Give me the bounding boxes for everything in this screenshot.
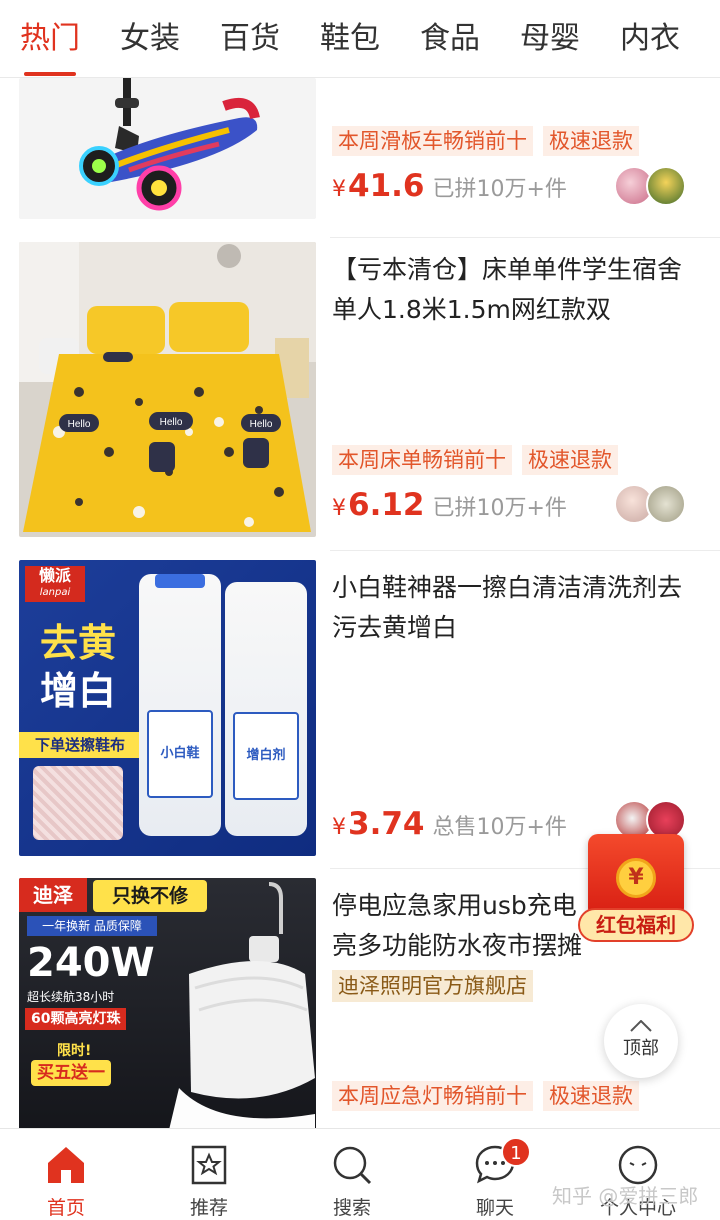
nav-search[interactable]: 搜索 (302, 1129, 402, 1220)
currency-symbol: ¥ (332, 815, 346, 840)
red-packet-label: 红包福利 (578, 908, 694, 942)
product-bottle: 小白鞋 (139, 574, 221, 836)
sales-count: 已拼10万+件 (432, 496, 567, 521)
promo-banner: 下单送擦鞋布 (19, 732, 141, 758)
tab-hot[interactable]: 热门 (0, 0, 100, 78)
unread-badge: 1 (501, 1137, 531, 1167)
shoe-cloth-image (33, 766, 123, 840)
bestseller-tag: 本周滑板车畅销前十 (332, 126, 533, 156)
nav-home[interactable]: 首页 (16, 1129, 116, 1220)
scooter-illustration (79, 78, 260, 211)
nav-label: 聊天 (475, 1197, 514, 1219)
price-row: ¥ 6.12 已拼10万+件 (332, 487, 567, 523)
bestseller-tag: 本周应急灯畅销前十 (332, 1081, 533, 1111)
home-icon (48, 1147, 84, 1183)
price-row: ¥ 3.74 总售10万+件 (332, 806, 567, 842)
red-packet-widget[interactable]: ¥ 红包福利 (578, 834, 698, 944)
star-bookmark-icon (191, 1145, 227, 1185)
tab-mother-baby[interactable]: 母婴 (500, 0, 600, 78)
avatar (646, 166, 686, 206)
tab-general-goods[interactable]: 百货 (200, 0, 300, 78)
product-title[interactable]: 小白鞋神器一擦白清洁清洗剂去污去黄增白 (332, 568, 692, 648)
nav-label: 首页 (46, 1197, 85, 1219)
tab-shoes-bags[interactable]: 鞋包 (300, 0, 400, 78)
bedsheet-illustration: Hello Hello Hello (19, 242, 316, 532)
pattern-text: Hello (68, 419, 91, 430)
brand-name-en: lanpai (39, 587, 71, 598)
product-bottle: 增白剂 (225, 582, 307, 836)
currency-symbol: ¥ (332, 177, 346, 202)
price-row: ¥ 41.6 已拼10万+件 (332, 168, 567, 204)
fast-refund-tag: 极速退款 (543, 126, 639, 156)
brand-name: 懒派 (38, 566, 71, 585)
tab-womens-clothing[interactable]: 女装 (100, 0, 200, 78)
product-image-scooter[interactable] (19, 78, 316, 219)
sales-count: 已拼10万+件 (432, 177, 567, 202)
product-feed[interactable]: 本周滑板车畅销前十 极速退款 ¥ 41.6 已拼10万+件 Hello Hell… (0, 78, 720, 1128)
buyer-avatars (614, 484, 686, 524)
coin-icon: ¥ (616, 858, 656, 898)
search-icon (333, 1146, 372, 1185)
pattern-text: Hello (250, 419, 273, 430)
bottle-label: 小白鞋 (147, 710, 213, 798)
bulb-illustration (169, 882, 315, 1128)
product-card-bedsheet[interactable]: Hello Hello Hello 【亏本清仓】床单单件学生宿舍单人1.8米1.… (0, 242, 720, 560)
pattern-text: Hello (160, 417, 183, 428)
product-image-bedsheet[interactable]: Hello Hello Hello (19, 242, 316, 537)
price: 3.74 (348, 806, 425, 842)
nav-chat[interactable]: 1 聊天 (445, 1129, 545, 1220)
bestseller-tag: 本周床单畅销前十 (332, 445, 512, 475)
tab-underwear[interactable]: 内衣 (600, 0, 700, 78)
product-image-emergency-light[interactable]: 迪泽 只换不修 一年换新 品质保障 240W 超长续航38小时 60颗高亮灯珠 … (19, 878, 316, 1128)
sales-count: 总售10万+件 (432, 815, 567, 840)
app-page: 热门 女装 百货 鞋包 食品 母婴 内衣 本周滑板车畅销前十 极速退款 ¥ 41… (0, 0, 720, 1220)
tab-food[interactable]: 食品 (400, 0, 500, 78)
brand-logo: 懒派 lanpai (25, 566, 85, 602)
headline-line1: 去黄 (39, 621, 116, 665)
divider (330, 237, 720, 238)
fast-refund-tag: 极速退款 (543, 1081, 639, 1111)
category-tabs: 热门 女装 百货 鞋包 食品 母婴 内衣 (0, 0, 720, 78)
back-to-top-label: 顶部 (623, 1038, 659, 1059)
fast-refund-tag: 极速退款 (522, 445, 618, 475)
tag-row: 本周床单畅销前十 极速退款 (332, 445, 618, 475)
headline-line2: 增白 (39, 669, 116, 713)
product-card-shoe-cleaner[interactable]: 懒派 lanpai 去黄 增白 下单送擦鞋布 小白鞋 增白剂 小白鞋神器一擦白清… (0, 560, 720, 878)
back-to-top-button[interactable]: 顶部 (604, 1004, 678, 1078)
price: 6.12 (348, 487, 425, 523)
tag-row: 本周滑板车畅销前十 极速退款 (332, 126, 639, 156)
product-card-scooter[interactable]: 本周滑板车畅销前十 极速退款 ¥ 41.6 已拼10万+件 (0, 78, 720, 238)
currency-symbol: ¥ (332, 496, 346, 521)
chevron-up-icon (630, 1020, 652, 1032)
buyer-avatars (614, 166, 686, 206)
nav-recommend[interactable]: 推荐 (159, 1129, 259, 1220)
tag-row: 本周应急灯畅销前十 极速退款 (332, 1081, 639, 1111)
bottle-label: 增白剂 (233, 712, 299, 800)
divider (330, 550, 720, 551)
nav-label: 推荐 (189, 1197, 228, 1219)
nav-label: 搜索 (332, 1197, 371, 1219)
avatar (646, 484, 686, 524)
shop-name-tag[interactable]: 迪泽照明官方旗舰店 (332, 970, 533, 1002)
watermark-text: 知乎 @爱拼三郎 (552, 1184, 699, 1208)
product-image-shoe-cleaner[interactable]: 懒派 lanpai 去黄 增白 下单送擦鞋布 小白鞋 增白剂 (19, 560, 316, 856)
price: 41.6 (348, 168, 425, 204)
product-title[interactable]: 【亏本清仓】床单单件学生宿舍单人1.8米1.5m网红款双 (332, 250, 692, 330)
